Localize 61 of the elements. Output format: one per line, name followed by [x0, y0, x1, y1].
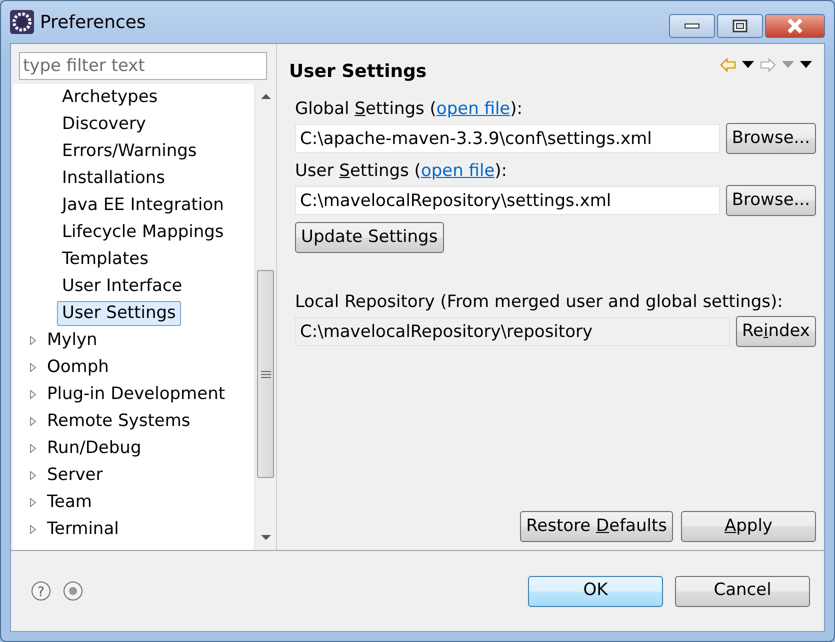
scroll-up-icon[interactable] — [260, 92, 272, 100]
tree-item[interactable]: Mylyn — [45, 328, 102, 353]
field-label: Local Repository (From merged user and global settings): — [295, 291, 784, 313]
maximize-icon — [732, 19, 748, 33]
record-icon[interactable] — [63, 581, 83, 601]
close-button[interactable] — [765, 14, 825, 38]
tree-item[interactable]: Run/Debug — [45, 436, 146, 461]
forward-arrow-icon — [760, 58, 776, 72]
collapsed-triangle-icon[interactable] — [29, 363, 37, 372]
reindex-button[interactable]: Reindex — [736, 316, 816, 347]
collapsed-triangle-icon[interactable] — [29, 525, 37, 534]
minimize-icon — [684, 23, 700, 29]
apply-button[interactable]: Apply — [681, 511, 816, 542]
tree-item[interactable]: Oomph — [45, 355, 114, 380]
path-field[interactable]: C:\mavelocalRepository\settings.xml — [295, 186, 720, 215]
restore-defaults-button[interactable]: Restore Defaults — [520, 511, 673, 542]
browse-button[interactable]: Browse... — [726, 185, 816, 216]
menu-caret-icon[interactable] — [800, 61, 812, 69]
tree-item[interactable]: Server — [45, 463, 108, 488]
ok-button[interactable]: OK — [528, 576, 663, 606]
collapsed-triangle-icon[interactable] — [29, 471, 37, 480]
tree-item[interactable]: Team — [45, 490, 97, 515]
scroll-down-icon[interactable] — [260, 534, 272, 542]
open-file-link[interactable]: open file — [420, 161, 495, 181]
collapsed-triangle-icon[interactable] — [29, 417, 37, 426]
cancel-button[interactable]: Cancel — [675, 576, 810, 606]
tree-item[interactable]: Plug-in Development — [45, 382, 230, 407]
dropdown-caret-icon[interactable] — [742, 61, 754, 69]
tree-item[interactable]: Discovery — [57, 112, 151, 137]
open-file-link[interactable]: open file — [436, 99, 510, 119]
update-settings-button[interactable]: Update Settings — [295, 222, 444, 253]
collapsed-triangle-icon[interactable] — [29, 336, 37, 345]
path-field[interactable]: C:\apache-maven-3.3.9\conf\settings.xml — [295, 124, 720, 153]
tree-item[interactable]: User Interface — [57, 274, 188, 299]
collapsed-triangle-icon[interactable] — [29, 444, 37, 453]
path-field[interactable]: C:\mavelocalRepository\repository — [295, 317, 730, 346]
field-label: Global Settings (open file): — [295, 98, 524, 120]
back-arrow-icon[interactable] — [720, 58, 736, 72]
collapsed-triangle-icon[interactable] — [29, 390, 37, 399]
tree-item[interactable]: Errors/Warnings — [57, 139, 202, 164]
tree-item[interactable]: Archetypes — [57, 85, 163, 110]
tree-item[interactable]: Remote Systems — [45, 409, 196, 434]
collapsed-triangle-icon[interactable] — [29, 498, 37, 507]
close-icon — [786, 18, 804, 34]
tree-item[interactable]: Lifecycle Mappings — [57, 220, 229, 245]
field-label: User Settings (open file): — [295, 160, 508, 182]
tree-item[interactable]: Templates — [57, 247, 154, 272]
window-title: Preferences — [40, 10, 146, 34]
tree-item[interactable]: Terminal — [45, 517, 124, 542]
page-title: User Settings — [289, 60, 427, 84]
tree-item[interactable]: User Settings — [57, 301, 181, 326]
browse-button[interactable]: Browse... — [726, 123, 816, 154]
maximize-button[interactable] — [717, 14, 763, 38]
scrollbar-thumb[interactable] — [257, 270, 274, 478]
app-gear-icon — [10, 10, 34, 34]
minimize-button[interactable] — [669, 14, 715, 38]
tree-item[interactable]: Java EE Integration — [57, 193, 229, 218]
tree-item[interactable]: Installations — [57, 166, 170, 191]
filter-field[interactable]: type filter text — [19, 52, 267, 80]
dropdown-caret-icon — [782, 61, 794, 69]
help-icon[interactable]: ? — [31, 581, 51, 601]
